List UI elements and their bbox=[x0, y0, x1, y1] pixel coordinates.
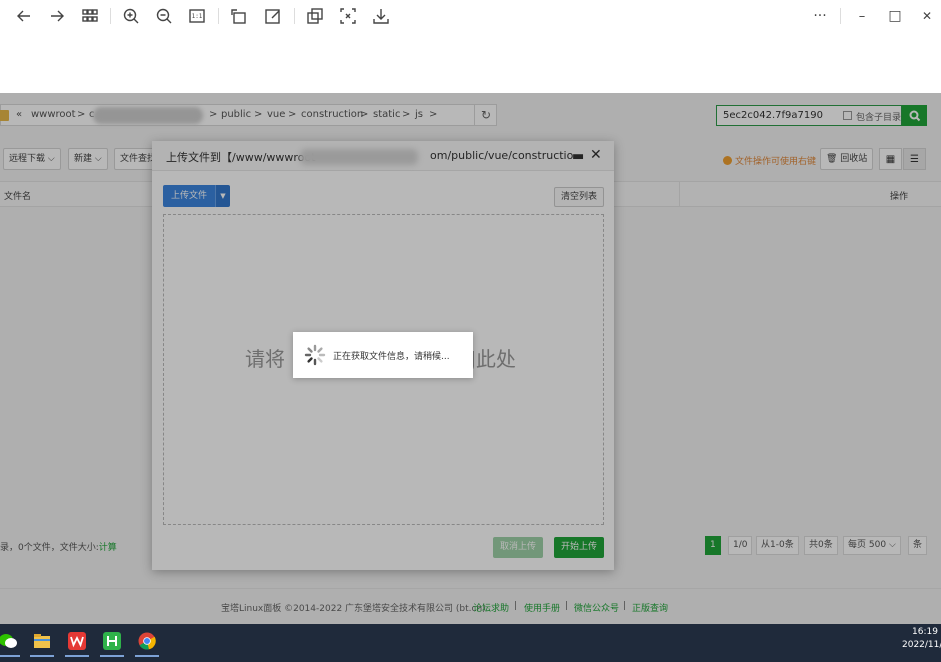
minimize-icon[interactable]: – bbox=[852, 6, 872, 26]
hbuilder-icon[interactable] bbox=[98, 628, 126, 657]
save-icon[interactable] bbox=[371, 6, 391, 26]
spinner-icon bbox=[304, 344, 326, 366]
rotate-icon[interactable] bbox=[229, 6, 249, 26]
viewer-toolbar: 1:1 ··· – □ ✕ bbox=[0, 0, 941, 32]
clock-time[interactable]: 16:19 bbox=[912, 627, 938, 637]
zoom-in-icon[interactable] bbox=[121, 6, 141, 26]
file-explorer-icon[interactable] bbox=[28, 628, 56, 657]
crop-icon[interactable] bbox=[338, 6, 358, 26]
loading-text: 正在获取文件信息，请稍候... bbox=[333, 352, 450, 362]
back-arrow-icon[interactable] bbox=[14, 6, 34, 26]
actual-size-icon[interactable]: 1:1 bbox=[187, 6, 207, 26]
actual-size-label: 1:1 bbox=[191, 12, 203, 20]
grid-view-icon[interactable] bbox=[80, 6, 100, 26]
edit-icon[interactable] bbox=[263, 6, 283, 26]
copy-icon[interactable] bbox=[305, 6, 325, 26]
taskbar: 16:19 2022/11/ bbox=[0, 624, 941, 662]
wps-icon[interactable] bbox=[63, 628, 91, 657]
loading-toast: 正在获取文件信息，请稍候... bbox=[293, 332, 473, 378]
chrome-icon[interactable] bbox=[133, 628, 161, 657]
forward-arrow-icon[interactable] bbox=[47, 6, 67, 26]
wechat-icon[interactable] bbox=[0, 628, 22, 657]
maximize-icon[interactable]: □ bbox=[885, 6, 905, 26]
zoom-out-icon[interactable] bbox=[154, 6, 174, 26]
clock-date[interactable]: 2022/11/ bbox=[902, 640, 941, 650]
more-icon[interactable]: ··· bbox=[810, 6, 830, 26]
close-icon[interactable]: ✕ bbox=[917, 6, 937, 26]
